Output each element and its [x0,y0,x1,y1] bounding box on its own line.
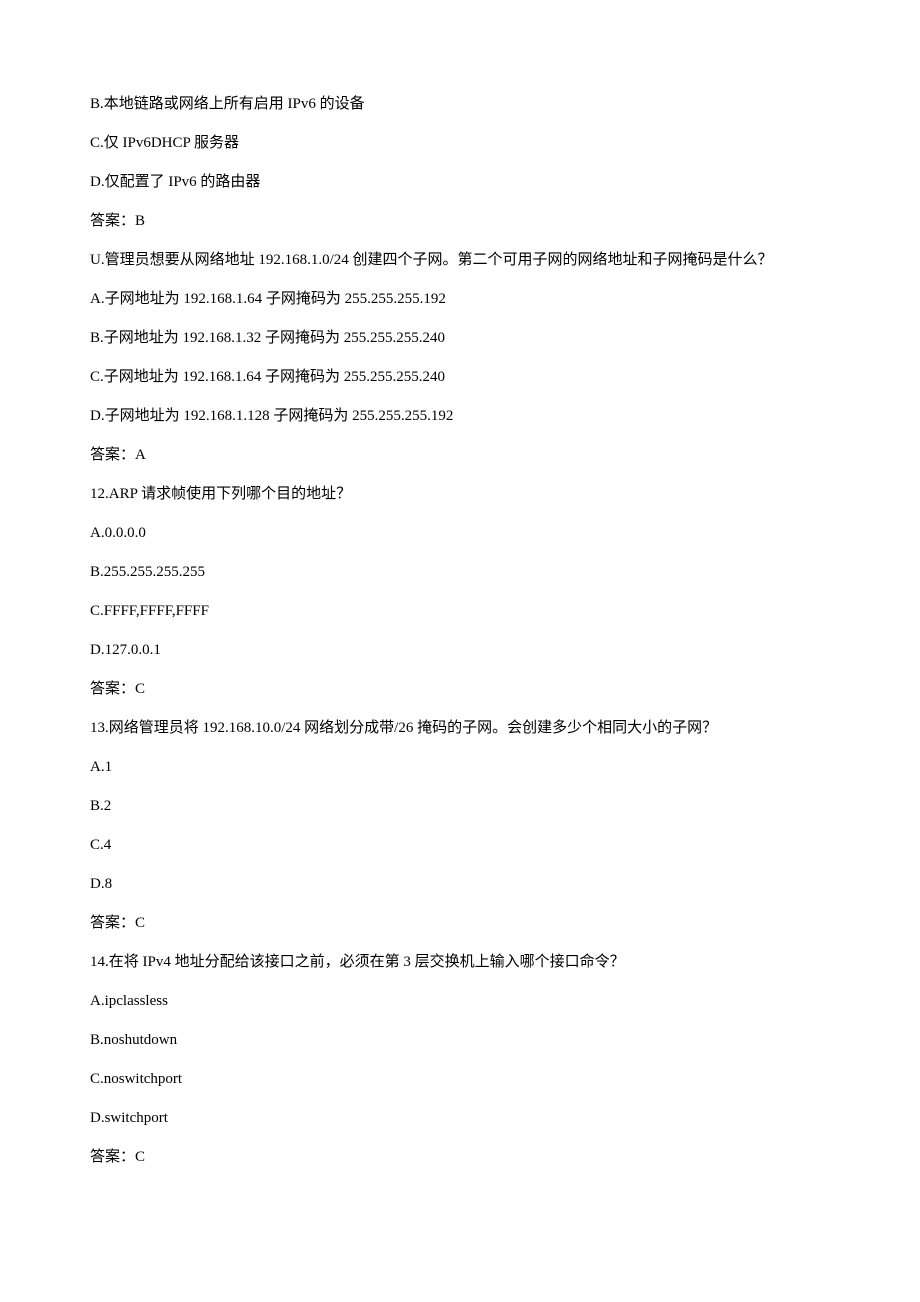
option-text: B.本地链路或网络上所有启用 IPv6 的设备 [90,85,830,124]
option-text: B.255.255.255.255 [90,553,830,592]
option-text: D.8 [90,865,830,904]
answer-text: 答案：A [90,436,830,475]
option-text: A.子网地址为 192.168.1.64 子网掩码为 255.255.255.1… [90,280,830,319]
option-text: C.4 [90,826,830,865]
option-text: D.switchport [90,1099,830,1138]
question-text: 14.在将 IPv4 地址分配给该接口之前，必须在第 3 层交换机上输入哪个接口… [90,943,830,982]
option-text: B.子网地址为 192.168.1.32 子网掩码为 255.255.255.2… [90,319,830,358]
option-text: C.子网地址为 192.168.1.64 子网掩码为 255.255.255.2… [90,358,830,397]
option-text: C.noswitchport [90,1060,830,1099]
option-text: A.ipclassless [90,982,830,1021]
option-text: D.仅配置了 IPv6 的路由器 [90,163,830,202]
question-text: 12.ARP 请求帧使用下列哪个目的地址？ [90,475,830,514]
option-text: B.2 [90,787,830,826]
question-text: U.管理员想要从网络地址 192.168.1.0/24 创建四个子网。第二个可用… [90,241,830,280]
answer-text: 答案：B [90,202,830,241]
option-text: B.noshutdown [90,1021,830,1060]
question-text: 13.网络管理员将 192.168.10.0/24 网络划分成带/26 掩码的子… [90,709,830,748]
answer-text: 答案：C [90,904,830,943]
document-page: B.本地链路或网络上所有启用 IPv6 的设备 C.仅 IPv6DHCP 服务器… [0,0,920,1237]
answer-text: 答案：C [90,1138,830,1177]
option-text: D.127.0.0.1 [90,631,830,670]
option-text: C.仅 IPv6DHCP 服务器 [90,124,830,163]
option-text: C.FFFF,FFFF,FFFF [90,592,830,631]
option-text: A.1 [90,748,830,787]
option-text: A.0.0.0.0 [90,514,830,553]
option-text: D.子网地址为 192.168.1.128 子网掩码为 255.255.255.… [90,397,830,436]
answer-text: 答案：C [90,670,830,709]
